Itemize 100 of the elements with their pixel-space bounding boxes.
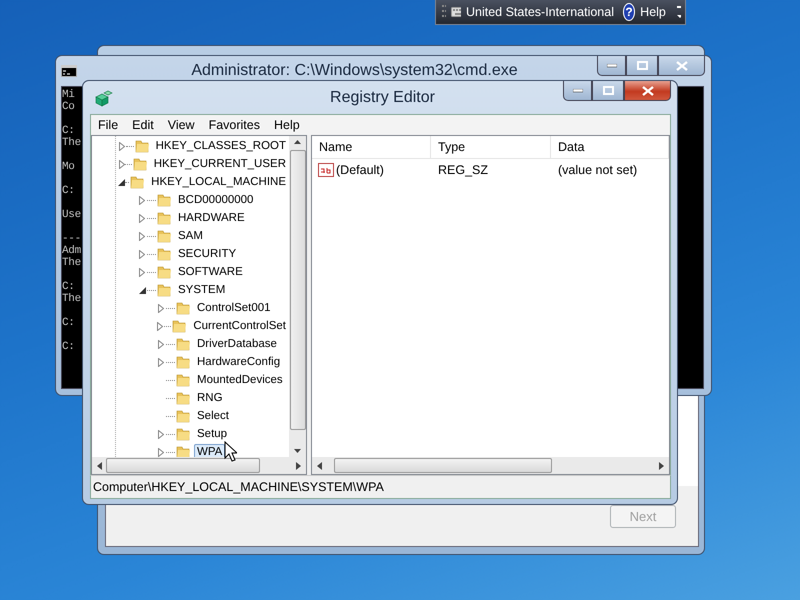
horizontal-scrollbar[interactable] — [92, 457, 306, 474]
tree-item[interactable]: ControlSet001 — [194, 300, 274, 316]
tree-item[interactable]: WPA — [194, 444, 226, 457]
console-icon — [61, 65, 77, 77]
expand-arrow-icon[interactable] — [158, 340, 164, 348]
tree-item[interactable]: DriverDatabase — [194, 336, 280, 352]
console-line: C: — [62, 341, 75, 353]
close-button[interactable] — [624, 81, 671, 101]
restore-bar-icon[interactable] — [676, 3, 681, 21]
folder-icon — [156, 210, 172, 226]
menu-item[interactable]: View — [160, 118, 202, 132]
folder-icon — [156, 246, 172, 262]
maximize-button[interactable] — [592, 81, 624, 101]
table-cell-text: REG_SZ — [437, 163, 490, 177]
menu-item[interactable]: Edit — [125, 118, 161, 132]
table-cell-text: (value not set) — [557, 163, 638, 177]
minimize-button[interactable] — [597, 56, 626, 76]
tree-item[interactable]: Select — [194, 408, 232, 424]
folder-icon — [134, 138, 150, 154]
expand-arrow-icon[interactable] — [139, 232, 145, 240]
help-icon: ? — [623, 3, 636, 21]
tree-item[interactable]: SECURITY — [175, 246, 240, 262]
window-title: Registry Editor — [330, 88, 435, 106]
close-icon — [642, 86, 654, 96]
expand-arrow-icon[interactable] — [118, 160, 125, 168]
folder-icon — [175, 426, 191, 442]
expand-arrow-icon[interactable] — [139, 268, 145, 276]
expand-arrow-icon[interactable] — [139, 214, 145, 222]
folder-icon — [175, 444, 191, 457]
tree-item[interactable]: RNG — [194, 390, 226, 406]
string-value-icon — [318, 163, 334, 177]
left-arrow-icon[interactable] — [97, 462, 102, 470]
console-line: C: — [62, 317, 75, 329]
expand-arrow-icon[interactable] — [158, 304, 164, 312]
tree-item[interactable]: HKEY_LOCAL_MACHINE — [148, 174, 289, 190]
tree-item[interactable]: Setup — [194, 426, 230, 442]
right-arrow-icon[interactable] — [296, 462, 301, 470]
close-icon — [676, 60, 688, 70]
column-header[interactable]: Data — [551, 136, 669, 158]
console-line: Adm — [62, 245, 81, 257]
expand-arrow-icon[interactable] — [158, 448, 164, 456]
tree-item[interactable]: HardwareConfig — [194, 354, 284, 370]
help-label[interactable]: Help — [640, 5, 666, 19]
folder-icon — [156, 192, 172, 208]
menu-item[interactable]: Help — [266, 118, 307, 132]
console-line: The — [62, 293, 81, 305]
folder-icon — [132, 156, 148, 172]
console-line: C: — [62, 185, 75, 197]
tree-item[interactable]: MountedDevices — [194, 372, 286, 388]
console-line: The — [62, 257, 81, 269]
expand-arrow-icon[interactable] — [139, 250, 145, 258]
maximize-button[interactable] — [626, 56, 658, 76]
collapse-arrow-icon[interactable] — [138, 286, 146, 294]
menu-item[interactable]: Favorites — [202, 118, 267, 132]
console-line: Mi — [62, 89, 75, 101]
console-line: Co — [62, 101, 75, 113]
folder-icon — [175, 300, 191, 316]
folder-icon — [129, 174, 146, 190]
folder-icon — [175, 408, 191, 424]
folder-icon — [171, 318, 188, 334]
tree-item[interactable]: CurrentControlSet — [190, 318, 289, 334]
console-line: Use — [62, 209, 81, 221]
tree-item[interactable]: SAM — [175, 228, 206, 244]
column-header[interactable]: Name — [312, 136, 431, 158]
mouse-pointer-icon — [224, 441, 237, 462]
expand-arrow-icon[interactable] — [119, 142, 126, 150]
tree-item[interactable]: SOFTWARE — [175, 264, 246, 280]
horizontal-scrollbar[interactable] — [312, 457, 669, 474]
tree-item[interactable]: BCD00000000 — [175, 192, 256, 208]
expand-arrow-icon[interactable] — [158, 358, 164, 366]
close-button[interactable] — [658, 56, 705, 76]
grip-icon — [442, 4, 446, 20]
console-line: C: — [62, 281, 75, 293]
status-bar: Computer\HKEY_LOCAL_MACHINE\SYSTEM\WPA — [90, 475, 671, 499]
menu-item[interactable]: File — [91, 118, 126, 132]
tree-item[interactable]: HKEY_CURRENT_USER — [150, 156, 289, 172]
right-arrow-icon[interactable] — [659, 462, 664, 470]
tree-item[interactable]: HARDWARE — [175, 210, 248, 226]
expand-arrow-icon[interactable] — [157, 322, 164, 330]
expand-arrow-icon[interactable] — [139, 196, 145, 204]
cubes-icon — [94, 88, 114, 106]
folder-icon — [175, 390, 191, 406]
folder-icon — [156, 228, 172, 244]
console-line: --- — [62, 233, 81, 245]
folder-icon — [175, 336, 191, 352]
expand-arrow-icon[interactable] — [158, 430, 164, 438]
column-header[interactable]: Type — [431, 136, 551, 158]
language-label[interactable]: United States-International — [466, 5, 614, 19]
console-line: The — [62, 137, 81, 149]
minimize-button[interactable] — [563, 81, 592, 101]
maximize-icon — [602, 86, 614, 95]
collapse-arrow-icon[interactable] — [118, 178, 125, 186]
folder-icon — [175, 372, 191, 388]
tree-item[interactable]: SYSTEM — [175, 282, 228, 298]
console-line: C: — [62, 125, 75, 137]
left-arrow-icon[interactable] — [317, 462, 322, 470]
maximize-icon — [636, 61, 648, 70]
minimize-icon — [606, 64, 616, 68]
vertical-scrollbar[interactable] — [289, 136, 306, 457]
tree-item[interactable]: HKEY_CLASSES_ROOT — [152, 138, 289, 154]
